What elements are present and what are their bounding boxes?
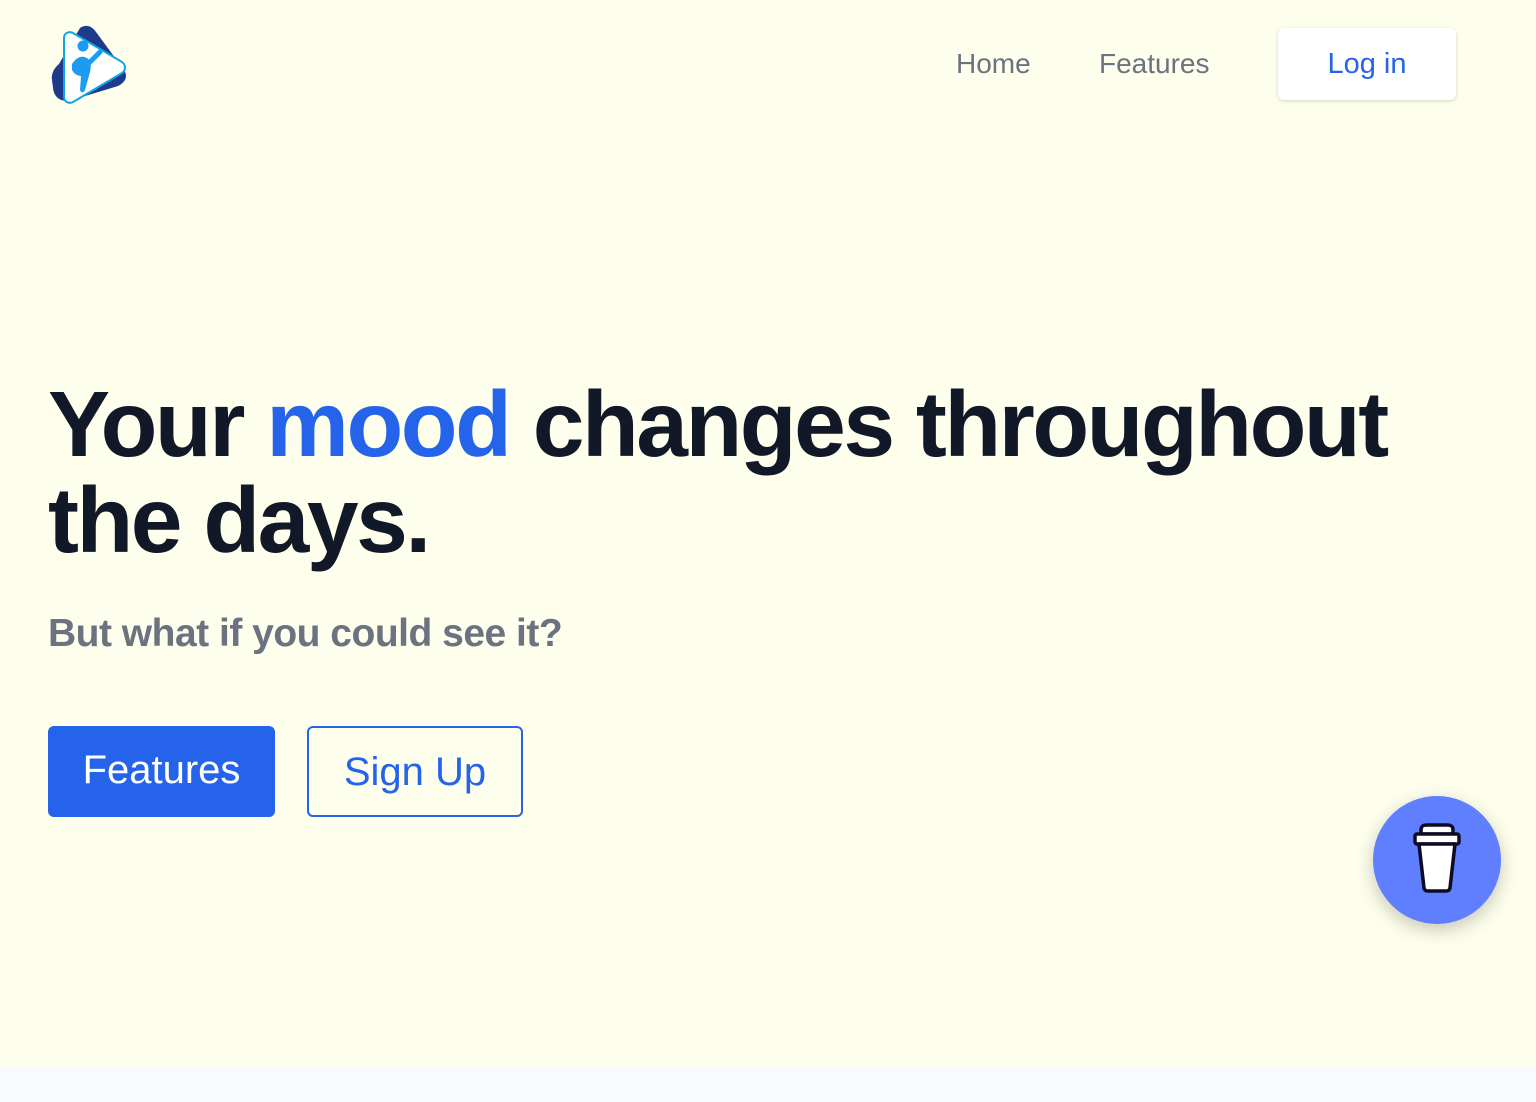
nav-features-link[interactable]: Features: [1099, 46, 1210, 82]
nav-home-link[interactable]: Home: [956, 46, 1031, 82]
app-logo-icon[interactable]: [50, 24, 128, 104]
signup-button[interactable]: Sign Up: [307, 726, 523, 817]
features-button[interactable]: Features: [48, 726, 275, 817]
hero-headline: Your mood changes throughout the days.: [48, 376, 1528, 568]
headline-text-start: Your: [48, 372, 267, 476]
coffee-cup-icon: [1413, 823, 1461, 893]
next-section-edge: [0, 1066, 1536, 1102]
hero-subheadline: But what if you could see it?: [48, 612, 563, 655]
login-button[interactable]: Log in: [1278, 28, 1456, 100]
headline-accent-word: mood: [266, 372, 512, 476]
buy-me-a-coffee-button[interactable]: [1373, 796, 1501, 924]
